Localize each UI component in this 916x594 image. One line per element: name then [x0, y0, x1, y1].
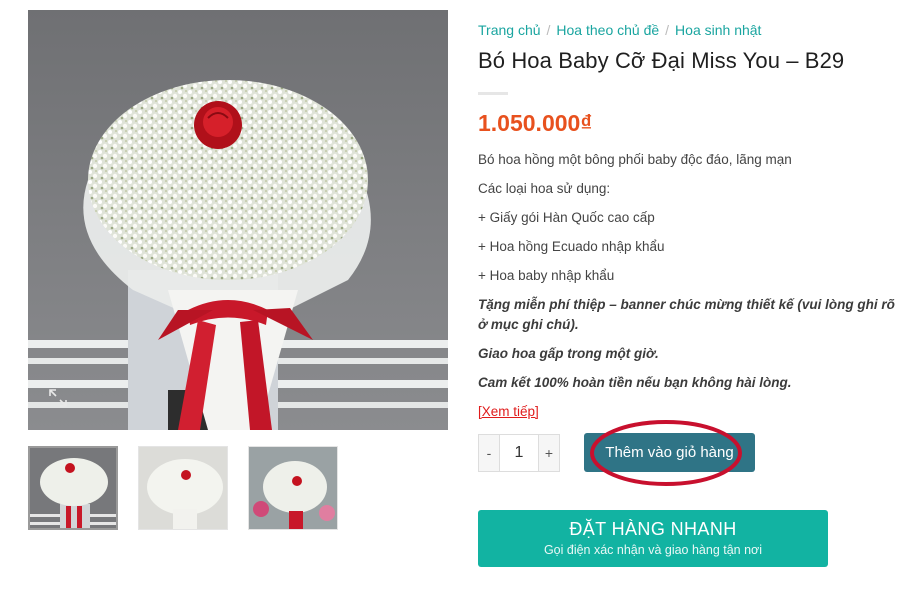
product-title: Bó Hoa Baby Cỡ Đại Miss You – B29 — [478, 48, 845, 73]
description-line: + Hoa hồng Ecuado nhập khẩu — [478, 239, 665, 254]
description-line: + Giấy gói Hàn Quốc cao cấp — [478, 210, 655, 225]
quantity-stepper: - 1 + — [478, 434, 560, 472]
breadcrumb: Trang chủ / Hoa theo chủ đề / Hoa sinh nhật — [478, 22, 761, 38]
breadcrumb-home[interactable]: Trang chủ — [478, 22, 541, 38]
order-now-button[interactable]: ĐẶT HÀNG NHANH Gọi điện xác nhận và giao… — [478, 510, 828, 567]
description-line: Các loại hoa sử dụng: — [478, 181, 611, 196]
highlight-refund: Cam kết 100% hoàn tiền nếu bạn không hài… — [478, 375, 792, 390]
title-divider — [478, 92, 508, 95]
description-line: Bó hoa hồng một bông phối baby độc đáo, … — [478, 152, 792, 167]
thumbnail-3[interactable] — [248, 446, 338, 530]
thumbnail-strip — [28, 446, 358, 530]
quantity-minus-button[interactable]: - — [478, 434, 500, 472]
order-now-label: ĐẶT HÀNG NHANH — [569, 519, 737, 539]
description-line: + Hoa baby nhập khẩu — [478, 268, 615, 283]
breadcrumb-separator: / — [665, 22, 670, 38]
thumbnail-image — [139, 447, 227, 529]
thumbnail-image — [249, 447, 337, 529]
bouquet-photo — [28, 10, 448, 430]
product-description: Bó hoa hồng một bông phối baby độc đáo, … — [478, 150, 906, 431]
breadcrumb-separator: / — [546, 22, 551, 38]
thumbnail-2[interactable] — [138, 446, 228, 530]
quantity-input[interactable]: 1 — [500, 434, 538, 472]
thumbnail-image — [30, 448, 116, 528]
highlight-express-delivery: Giao hoa gấp trong một giờ. — [478, 346, 659, 361]
read-more-link[interactable]: [Xem tiếp] — [478, 404, 539, 419]
product-price: 1.050.000₫ — [478, 110, 593, 136]
order-now-sublabel: Gọi điện xác nhận và giao hàng tận nơi — [543, 543, 763, 557]
thumbnail-1[interactable] — [28, 446, 118, 530]
highlight-circle-annotation — [590, 420, 742, 486]
highlight-free-card: Tặng miễn phí thiệp – banner chúc mừng t… — [478, 297, 895, 332]
breadcrumb-subcategory[interactable]: Hoa sinh nhật — [675, 22, 761, 38]
expand-icon[interactable] — [48, 388, 68, 408]
breadcrumb-category[interactable]: Hoa theo chủ đề — [556, 22, 659, 38]
product-main-image[interactable] — [28, 10, 448, 430]
quantity-plus-button[interactable]: + — [538, 434, 560, 472]
